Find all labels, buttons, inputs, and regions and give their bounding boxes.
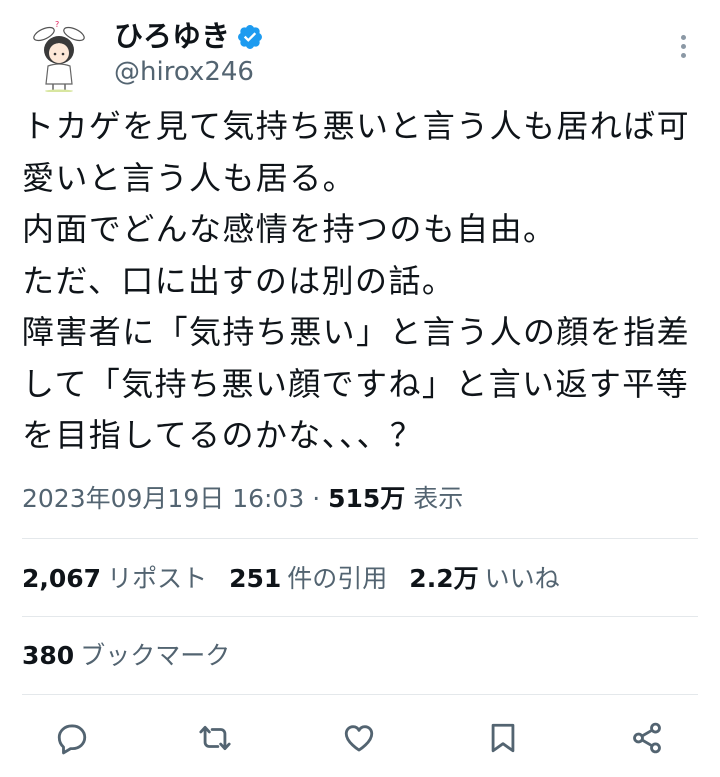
tweet-text-line: トカゲを見て気持ち悪いと言う人も居れば可: [22, 107, 691, 145]
share-button[interactable]: [627, 718, 667, 758]
bookmarks-count: 380: [22, 641, 75, 670]
share-icon: [633, 722, 661, 754]
quotes-stat[interactable]: 251 件の引用: [229, 561, 387, 597]
tweet-text: トカゲを見て気持ち悪いと言う人も居れば可 愛いと言う人も居る。 内面でどんな感情…: [22, 101, 712, 462]
avatar[interactable]: ?: [24, 18, 94, 93]
repost-button[interactable]: [195, 718, 235, 758]
likes-stat[interactable]: 2.2万 いいね: [409, 561, 559, 597]
likes-count: 2.2万: [409, 564, 479, 593]
meta-separator: ·: [304, 484, 329, 513]
quotes-count: 251: [229, 564, 282, 593]
views-label: 表示: [413, 484, 464, 513]
views-count: 515万: [328, 484, 406, 513]
reply-button[interactable]: [52, 718, 92, 758]
divider: [22, 538, 698, 539]
tweet-text-line: 愛いと言う人も居る。: [22, 158, 357, 197]
reposts-label: リポスト: [107, 564, 208, 593]
bookmark-icon: [491, 723, 515, 753]
reposts-stat[interactable]: 2,067 リポスト: [22, 561, 207, 597]
reposts-count: 2,067: [22, 564, 102, 593]
display-name[interactable]: ひろゆき: [114, 18, 264, 54]
repost-icon: [199, 725, 231, 751]
tweet-text-line: ただ、口に出すのは別の話。: [22, 261, 456, 300]
tweet-text-line: 内面でどんな感情を持つのも自由。: [22, 210, 557, 248]
divider: [22, 616, 698, 617]
svg-text:?: ?: [55, 20, 59, 29]
reply-icon: [57, 724, 87, 755]
tweet-meta: 2023年09月19日 16:03 · 515万 表示: [22, 481, 463, 517]
bookmark-button[interactable]: [483, 718, 523, 758]
tweet-timestamp[interactable]: 2023年09月19日 16:03: [22, 484, 304, 513]
more-options-icon[interactable]: [672, 28, 694, 64]
tweet-text-line: して「気持ち悪い顔ですね」と言い返す平等: [22, 364, 690, 403]
divider: [22, 694, 698, 695]
tweet-text-line: を目指してるのかな、、、？: [22, 416, 424, 454]
tweet-detail: ? ひろゆき @hirox246 トカゲを見て気持ち悪いと言う人も居れば可 愛い…: [0, 0, 720, 777]
verified-badge-icon: [238, 25, 262, 49]
bookmarks-stat[interactable]: 380 ブックマーク: [22, 638, 230, 674]
display-name-text[interactable]: ひろゆき: [114, 18, 230, 54]
quotes-label: 件の引用: [287, 564, 388, 593]
like-button[interactable]: [339, 718, 379, 758]
like-icon: [344, 725, 374, 752]
likes-label: いいね: [484, 564, 560, 593]
user-handle[interactable]: @hirox246: [114, 56, 254, 88]
bookmarks-label: ブックマーク: [80, 641, 231, 670]
engagement-stats: 2,067 リポスト 251 件の引用 2.2万 いいね: [22, 561, 560, 597]
tweet-text-line: 障害者に「気持ち悪い」と言う人の顔を指差: [22, 313, 691, 351]
